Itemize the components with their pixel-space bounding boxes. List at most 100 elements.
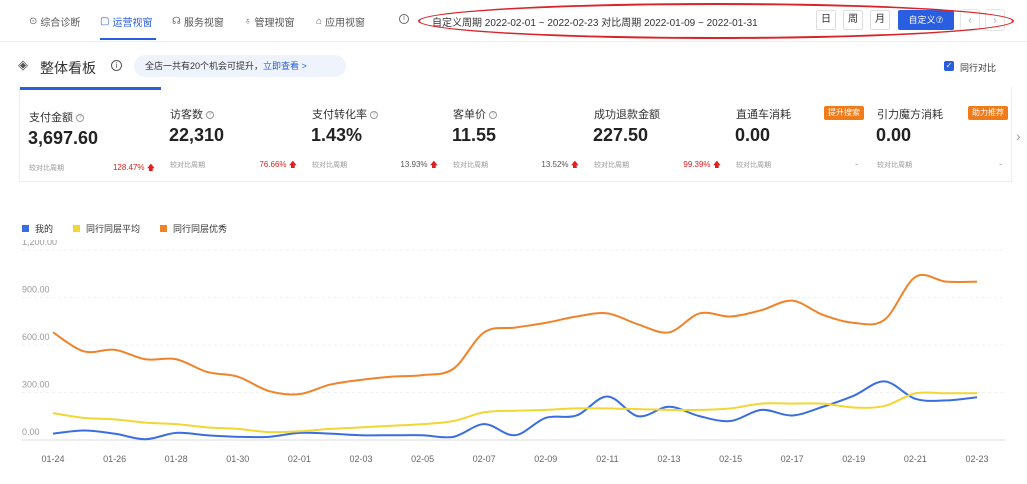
help-icon[interactable]: ? <box>206 111 214 120</box>
legend-swatch <box>73 225 81 232</box>
series-line-peer-top <box>52 273 978 396</box>
metric-label: 直通车消耗 <box>736 109 791 121</box>
top-nav: ⊙ 综合诊断 ▢ 运营视窗 ☊ 服务视窗 ♁ 管理视窗 ⌂ 应用视窗 i 自定义… <box>0 0 1027 42</box>
y-tick-label: 1,200.00 <box>22 240 57 247</box>
metric-change: 13.93% 🡅 <box>400 160 438 169</box>
legend-item-peer-avg[interactable]: 同行同层平均 <box>73 222 140 235</box>
arrow-up-icon: 🡅 <box>288 160 297 169</box>
day-button[interactable]: 日 <box>816 10 836 30</box>
help-icon[interactable]: ? <box>489 111 497 120</box>
view-now-link[interactable]: 立即查看 > <box>263 61 307 71</box>
legend-label: 我的 <box>35 224 54 234</box>
metric-card-ztc-cost[interactable]: 直通车消耗 提升搜索 0.00 较对比周期 - <box>727 87 868 180</box>
tab-apps[interactable]: ⌂ 应用视窗 <box>316 14 365 29</box>
x-tick-label: 02-15 <box>719 454 742 464</box>
tab-label: 服务视窗 <box>183 18 224 29</box>
metric-label: 客单价 <box>453 109 486 121</box>
metric-change: 128.47% 🡅 <box>112 163 155 172</box>
metric-value: 11.55 <box>452 125 497 145</box>
arrow-up-icon: 🡅 <box>570 160 579 169</box>
location-pin-icon: ⊙ <box>29 16 38 27</box>
shield-icon: ▢ <box>100 16 110 27</box>
x-tick-label: 02-23 <box>965 454 988 464</box>
chart-legend: 我的 同行同层平均 同行同层优秀 <box>22 222 227 235</box>
tab-label: 管理视窗 <box>254 18 295 29</box>
boost-recommend-badge[interactable]: 助力推荐 <box>968 106 1008 120</box>
month-button[interactable]: 月 <box>870 10 890 30</box>
week-button[interactable]: 周 <box>843 10 863 30</box>
metric-card-pay-amount[interactable]: 支付金额? 3,697.60 较对比周期 128.47% 🡅 <box>20 87 161 180</box>
y-tick-label: 600.00 <box>22 332 50 342</box>
boost-search-badge[interactable]: 提升搜索 <box>824 106 864 120</box>
legend-item-mine[interactable]: 我的 <box>22 222 53 235</box>
metric-compare-label: 较对比周期 <box>312 162 347 169</box>
metric-label: 引力魔方消耗 <box>877 109 943 121</box>
tab-label: 运营视窗 <box>112 18 153 29</box>
tab-label: 综合诊断 <box>40 18 81 29</box>
metric-label: 支付金额 <box>29 112 73 124</box>
metric-card-yinli-cost[interactable]: 引力魔方消耗 助力推荐 0.00 较对比周期 - <box>868 87 1012 180</box>
chevron-right-icon[interactable]: › <box>1016 128 1021 144</box>
metric-card-visitors[interactable]: 访客数? 22,310 较对比周期 76.66% 🡅 <box>161 87 303 180</box>
metric-compare-label: 较对比周期 <box>594 162 629 169</box>
x-tick-label: 02-07 <box>473 454 496 464</box>
next-period-button[interactable]: › <box>985 9 1005 31</box>
metric-card-conversion[interactable]: 支付转化率? 1.43% 较对比周期 13.93% 🡅 <box>303 87 444 180</box>
custom-period-button[interactable]: 自定义⑦ <box>898 10 954 30</box>
board-header: ◈ 整体看板 i 全店一共有20个机会可提升，立即查看 > ✓ 同行对比 <box>0 50 1027 82</box>
info-icon[interactable]: i <box>111 60 122 71</box>
layers-icon: ◈ <box>18 57 28 72</box>
metric-card-unit-price[interactable]: 客单价? 11.55 较对比周期 13.52% 🡅 <box>444 87 585 180</box>
metric-label: 访客数 <box>170 109 203 121</box>
peer-compare-label[interactable]: 同行对比 <box>960 61 996 74</box>
arrow-up-icon: 🡅 <box>429 160 438 169</box>
x-tick-label: 02-19 <box>842 454 865 464</box>
y-tick-label: 0.00 <box>22 427 40 437</box>
peer-compare-checkbox[interactable]: ✓ <box>944 61 954 71</box>
legend-item-peer-top[interactable]: 同行同层优秀 <box>160 222 227 235</box>
info-icon[interactable]: i <box>399 14 409 24</box>
x-tick-label: 01-24 <box>41 454 64 464</box>
metric-compare-label: 较对比周期 <box>736 162 771 169</box>
help-icon[interactable]: ? <box>76 114 84 123</box>
headset-icon: ☊ <box>172 16 181 27</box>
opportunity-banner[interactable]: 全店一共有20个机会可提升，立即查看 > <box>134 55 346 77</box>
arrow-up-icon: 🡅 <box>712 160 721 169</box>
x-tick-label: 02-05 <box>411 454 434 464</box>
legend-label: 同行同层优秀 <box>173 224 228 234</box>
metric-value: 0.00 <box>735 125 771 145</box>
metric-change: 13.52% 🡅 <box>541 160 579 169</box>
period-range-text: 自定义周期 2022-02-01 ~ 2022-02-23 对比周期 2022-… <box>432 18 758 29</box>
tab-diagnosis[interactable]: ⊙ 综合诊断 <box>29 14 80 29</box>
metric-value: 1.43% <box>311 125 363 145</box>
legend-swatch <box>22 225 29 232</box>
x-tick-label: 02-01 <box>288 454 311 464</box>
y-tick-label: 900.00 <box>22 285 50 295</box>
x-tick-label: 02-03 <box>349 454 372 464</box>
trend-line-chart: 0.00 300.00 600.00 900.00 1,200.00 01-24 01-26… <box>22 240 1005 464</box>
legend-label: 同行同层平均 <box>86 224 141 234</box>
metric-label: 成功退款金额 <box>594 109 660 121</box>
metric-change: 76.66% 🡅 <box>259 160 297 169</box>
x-tick-label: 02-13 <box>657 454 680 464</box>
active-tab-indicator <box>100 38 156 40</box>
help-icon[interactable]: ? <box>370 111 378 120</box>
tab-management[interactable]: ♁ 管理视窗 <box>244 14 295 29</box>
x-tick-label: 01-30 <box>226 454 249 464</box>
tab-service[interactable]: ☊ 服务视窗 <box>172 14 224 29</box>
x-tick-label: 01-26 <box>103 454 126 464</box>
metric-card-refund[interactable]: 成功退款金额 227.50 较对比周期 99.39% 🡅 <box>585 87 727 180</box>
tab-operations[interactable]: ▢ 运营视窗 <box>100 14 152 29</box>
x-tick-label: 02-11 <box>596 454 618 464</box>
prev-period-button[interactable]: ‹ <box>960 9 980 31</box>
badge-icon: ♁ <box>244 16 252 27</box>
x-tick-label: 02-17 <box>781 454 804 464</box>
metric-change: - <box>999 159 1002 169</box>
metric-compare-label: 较对比周期 <box>170 162 205 169</box>
metric-compare-label: 较对比周期 <box>453 162 488 169</box>
x-tick-label: 01-28 <box>165 454 188 464</box>
board-title: 整体看板 <box>40 60 96 76</box>
metric-change: 99.39% 🡅 <box>683 160 721 169</box>
home-icon: ⌂ <box>316 16 323 27</box>
metric-value: 227.50 <box>593 125 649 145</box>
